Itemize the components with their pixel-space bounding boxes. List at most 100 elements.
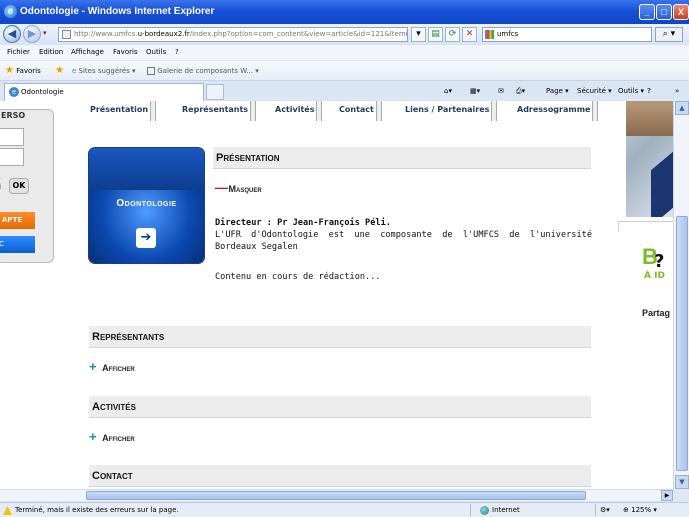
close-button[interactable]: X: [673, 4, 689, 20]
stop-icon[interactable]: ✕: [462, 27, 477, 42]
article-body: Directeur : Pr Jean-François Péli. L'UFR…: [215, 217, 592, 253]
horizontal-scroll-thumb[interactable]: [86, 491, 586, 500]
page-menu[interactable]: Page ▾: [546, 81, 569, 101]
tab-representants[interactable]: Représentants: [182, 101, 257, 121]
tab-presentation[interactable]: Présentation: [90, 101, 157, 121]
contact-heading: Contact: [89, 465, 591, 487]
status-bar: Terminé, mais il existe des erreurs sur …: [0, 502, 689, 517]
favorites-bar: ★ Favoris ★ e Sites suggérés ▾ Galerie d…: [0, 61, 689, 81]
refresh-icon[interactable]: ⟳: [445, 27, 460, 42]
wip-text: Contenu en cours de rédaction...: [215, 272, 381, 282]
ie-tab-icon: e: [9, 87, 19, 97]
url-input[interactable]: http://www.umfcs.u-bordeaux2.fr/index.ph…: [58, 27, 408, 42]
star-icon: ★: [5, 65, 14, 76]
tab-liens-partenaires[interactable]: Liens / Partenaires: [405, 101, 498, 121]
ie-page-icon: e: [72, 67, 77, 75]
print-icon[interactable]: ⎙▾: [516, 81, 525, 101]
help-menu[interactable]: ?: [647, 81, 651, 101]
gallery-icon: [147, 67, 155, 75]
ie-logo-icon: e: [4, 5, 17, 18]
tab-activites[interactable]: Activités: [275, 101, 324, 121]
account-button[interactable]: APTE: [0, 212, 35, 229]
minus-icon: —: [215, 180, 228, 195]
arrow-right-icon[interactable]: ➔: [136, 228, 156, 248]
hide-toggle[interactable]: — Masquer: [215, 180, 262, 195]
tab-row: e Odontologie ⌂▾ ▦▾ ✉ ⎙▾ Page ▾ Sécurité…: [0, 81, 689, 101]
maximize-button[interactable]: □: [656, 4, 672, 20]
menu-view[interactable]: Affichage: [71, 45, 104, 60]
odontologie-thumbnail[interactable]: Odontologie ➔: [89, 148, 204, 263]
description-text: L'UFR d'Odontologie est une composante d…: [215, 230, 592, 252]
representants-heading: Représentants: [89, 326, 591, 348]
vertical-scroll-thumb[interactable]: [676, 216, 688, 471]
ok-button[interactable]: OK: [9, 178, 29, 194]
globe-icon: [480, 505, 489, 515]
right-sidebar: B ? À ID Partag: [618, 101, 673, 489]
banner-question: ?: [654, 251, 665, 272]
minimize-button[interactable]: _: [639, 4, 655, 20]
menu-edit[interactable]: Edition: [39, 45, 63, 60]
security-menu[interactable]: Sécurité ▾: [577, 81, 612, 101]
more-commands-icon[interactable]: »: [675, 81, 679, 101]
compat-view-icon[interactable]: ▤: [428, 27, 443, 42]
web-slice-gallery-link[interactable]: Galerie de composants W... ▾: [147, 61, 259, 81]
menu-bar: Fichier Edition Affichage Favoris Outils…: [0, 45, 689, 60]
tab-adressogramme[interactable]: Adressogramme: [517, 101, 600, 121]
login-panel: ERSO i OK APTE C: [0, 109, 54, 263]
blue-button[interactable]: C: [0, 236, 35, 253]
back-button[interactable]: ◀: [3, 25, 21, 43]
menu-help[interactable]: ?: [175, 45, 179, 60]
history-dropdown-icon[interactable]: ▾: [43, 29, 47, 37]
warning-icon[interactable]: [3, 506, 12, 515]
share-label: Partag: [642, 308, 671, 318]
scroll-right-icon[interactable]: ▶: [661, 490, 673, 501]
feeds-icon[interactable]: ▦▾: [470, 81, 480, 101]
horizontal-scrollbar[interactable]: ▶: [0, 489, 673, 501]
password-field[interactable]: [0, 148, 24, 166]
address-row: ◀ ▶ ▾ http://www.umfcs.u-bordeaux2.fr/in…: [0, 24, 689, 45]
presentation-heading: Présentation: [213, 147, 591, 169]
activites-heading: Activités: [89, 396, 591, 418]
activites-show-toggle[interactable]: + Afficher: [89, 429, 135, 444]
add-favorite-icon[interactable]: ★: [55, 61, 64, 81]
tools-menu[interactable]: Outils ▾: [618, 81, 644, 101]
title-bar: e Odontologie - Windows Internet Explore…: [0, 0, 689, 24]
home-icon[interactable]: ⌂▾: [444, 81, 452, 101]
plus-icon: +: [89, 429, 97, 444]
window-title: Odontologie - Windows Internet Explorer: [20, 6, 215, 17]
vertical-scrollbar[interactable]: ▲ ▼: [673, 101, 689, 489]
menu-tools[interactable]: Outils: [146, 45, 166, 60]
banner-tag: À ID: [644, 271, 665, 281]
plus-icon: +: [89, 359, 97, 374]
menu-file[interactable]: Fichier: [7, 45, 30, 60]
representants-show-toggle[interactable]: + Afficher: [89, 359, 135, 374]
login-field[interactable]: [0, 128, 24, 146]
page-viewport: ERSO i OK APTE C Présentation Représenta…: [0, 101, 673, 489]
login-label: ERSO: [1, 111, 26, 120]
tab-odontologie[interactable]: e Odontologie: [4, 83, 204, 101]
zoom-level[interactable]: ⊕ 125% ▾: [623, 503, 657, 517]
suggested-sites-link[interactable]: e Sites suggérés ▾: [72, 61, 136, 81]
scroll-up-icon[interactable]: ▲: [675, 101, 689, 115]
new-tab-button[interactable]: [206, 84, 224, 100]
forward-button[interactable]: ▶: [23, 25, 41, 43]
favorites-button[interactable]: ★ Favoris: [5, 61, 41, 81]
protected-mode-icon[interactable]: ⚙▾: [600, 503, 610, 517]
search-button[interactable]: ⌕ ▾: [655, 27, 683, 42]
thumbnail-title: Odontologie: [116, 198, 177, 209]
director-line: Directeur : Pr Jean-François Péli.: [215, 218, 391, 228]
zoom-icon: ⊕: [623, 506, 629, 514]
google-logo-icon: [485, 30, 494, 39]
mail-icon[interactable]: ✉: [498, 81, 504, 101]
menu-favorites[interactable]: Favoris: [113, 45, 138, 60]
url-dropdown-icon[interactable]: ▾: [411, 27, 426, 42]
browser-window: e Odontologie - Windows Internet Explore…: [0, 0, 689, 517]
section-tabs: Présentation Représentants Activités Con…: [84, 101, 600, 121]
security-zone: Internet: [480, 503, 520, 517]
tab-contact[interactable]: Contact: [339, 101, 382, 121]
search-input[interactable]: umfcs: [482, 27, 652, 42]
status-message: Terminé, mais il existe des erreurs sur …: [15, 506, 179, 514]
campus-photo[interactable]: [626, 101, 673, 217]
page-icon: [62, 30, 71, 39]
scroll-down-icon[interactable]: ▼: [675, 475, 689, 489]
